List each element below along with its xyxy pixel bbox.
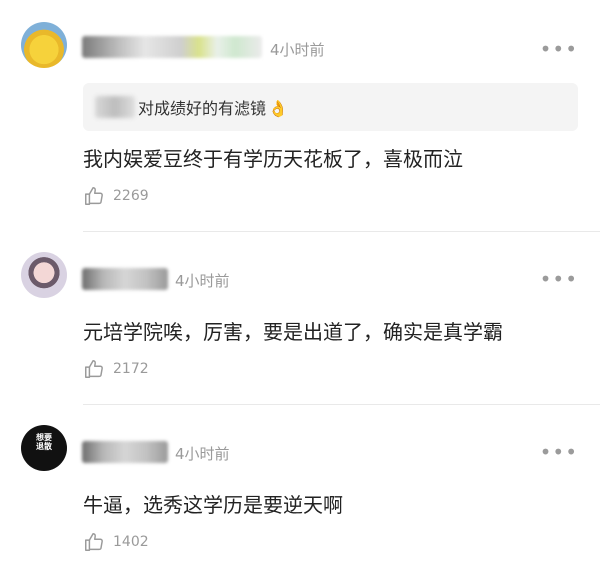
quoted-username-blurred [95, 96, 135, 118]
quoted-reply[interactable]: 对成绩好的有滤镜 👌 [83, 83, 578, 131]
like-count: 2269 [113, 188, 149, 204]
username-blurred[interactable] [82, 441, 168, 463]
more-icon[interactable]: ••• [540, 442, 578, 462]
comment-item: 4小时前 ••• 元培学院唉，厉害，要是出道了，确实是真学霸 2172 [0, 232, 600, 404]
username-blurred[interactable] [82, 36, 262, 58]
more-icon[interactable]: ••• [540, 39, 578, 59]
thumb-up-icon [85, 187, 103, 205]
ok-hand-emoji: 👌 [268, 99, 288, 118]
quoted-text: 对成绩好的有滤镜 👌 [138, 99, 288, 118]
comment-item: 4小时前 ••• 对成绩好的有滤镜 👌 我内娱爱豆终于有学历天花板了，喜极而泣 2… [0, 0, 600, 230]
username-blurred[interactable] [82, 268, 168, 290]
thumb-up-icon [85, 360, 103, 378]
comment-time: 4小时前 [270, 41, 325, 59]
comment-time: 4小时前 [175, 272, 230, 290]
comment-time: 4小时前 [175, 445, 230, 463]
avatar-text: 想要退散 [36, 433, 52, 451]
like-count: 1402 [113, 534, 149, 550]
comment-text: 元培学院唉，厉害，要是出道了，确实是真学霸 [83, 320, 503, 344]
more-icon[interactable]: ••• [540, 269, 578, 289]
thumb-up-icon [85, 533, 103, 551]
user-avatar[interactable] [21, 22, 67, 68]
comment-text: 我内娱爱豆终于有学历天花板了，喜极而泣 [83, 147, 463, 171]
user-avatar[interactable] [21, 252, 67, 298]
comment-text: 牛逼，选秀这学历是要逆天啊 [83, 493, 343, 517]
like-count: 2172 [113, 361, 149, 377]
user-avatar[interactable]: 想要退散 [21, 425, 67, 471]
comment-item: 想要退散 4小时前 ••• 牛逼，选秀这学历是要逆天啊 1402 [0, 405, 600, 572]
